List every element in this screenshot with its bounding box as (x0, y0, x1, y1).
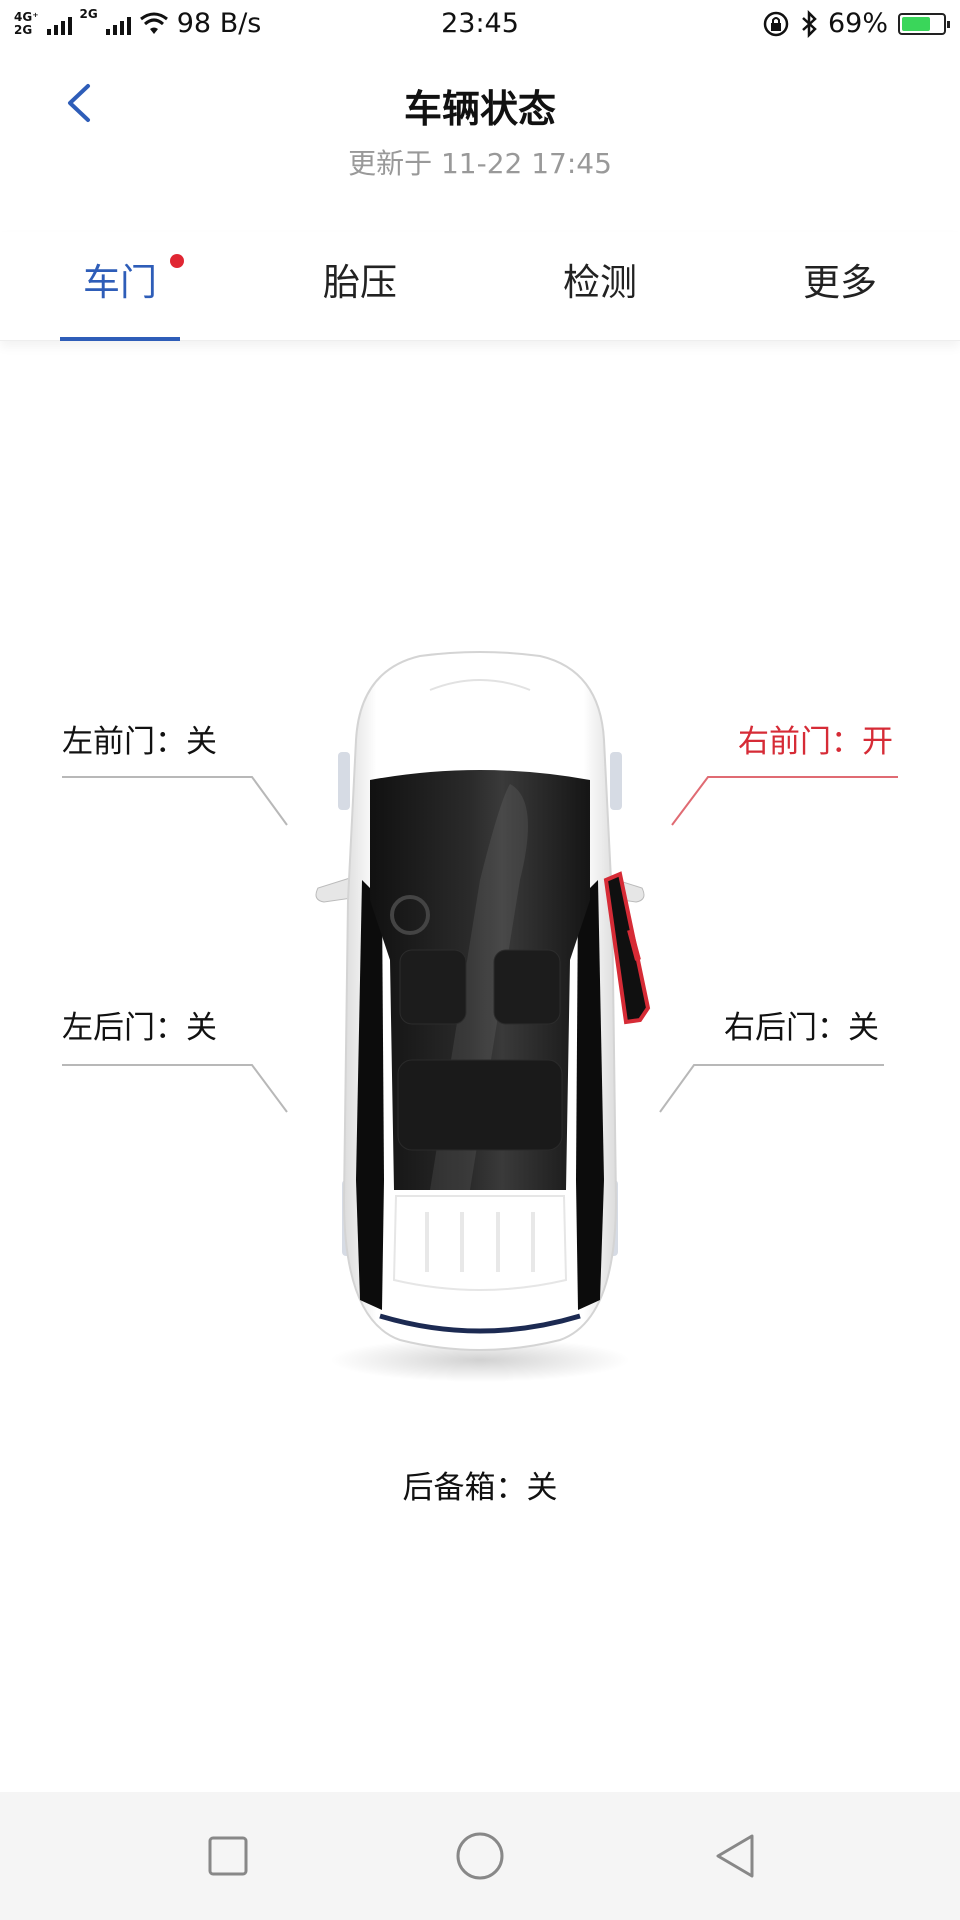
trunk-rib-1 (425, 1212, 429, 1272)
nav-back-button[interactable] (708, 1828, 764, 1884)
seat-front-left (399, 949, 467, 1025)
home-button[interactable] (452, 1828, 508, 1884)
seat-front-right (493, 949, 561, 1025)
left-mirror (315, 877, 353, 903)
trunk-rib-2 (460, 1212, 464, 1272)
car-illustration (315, 651, 651, 1382)
recents-button[interactable] (200, 1828, 256, 1884)
home-circle-icon (456, 1832, 504, 1880)
wheel-front-left (338, 752, 350, 810)
back-triangle-icon (716, 1834, 754, 1878)
trunk-lid (392, 1195, 568, 1291)
seat-rear (397, 1059, 563, 1151)
trunk-rib-4 (531, 1212, 535, 1272)
wheel-front-right (610, 752, 622, 810)
trunk-rib-3 (496, 1212, 500, 1272)
system-nav-bar (0, 1792, 960, 1920)
recents-square-icon (208, 1836, 248, 1876)
